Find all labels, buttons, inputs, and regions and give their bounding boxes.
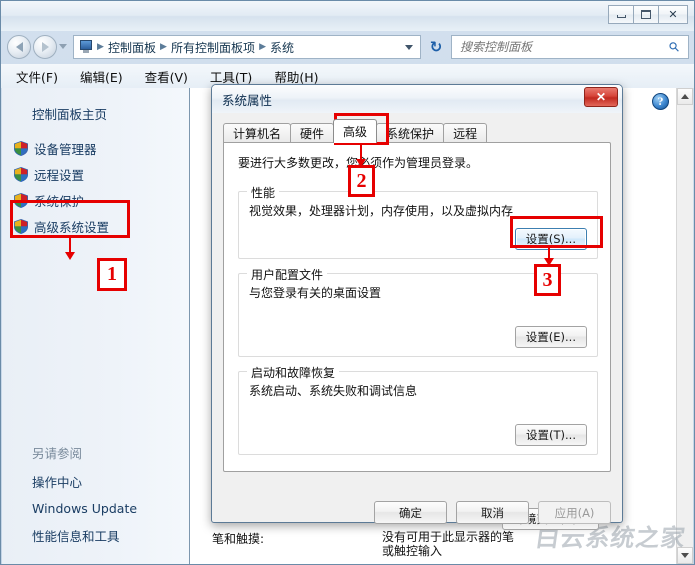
system-properties-dialog: 系统属性 ✕ 计算机名 硬件 高级 系统保护 远程 要进行大多数更改，您必须作为…	[211, 84, 623, 530]
close-icon: ✕	[668, 8, 678, 21]
search-input[interactable]	[456, 39, 671, 55]
group-startup-recovery: 启动和故障恢复 系统启动、系统失败和调试信息 设置(T)...	[238, 364, 598, 455]
chevron-down-icon	[681, 553, 689, 558]
history-dropdown-icon[interactable]	[59, 44, 67, 49]
pen-and-touch-label: 笔和触摸:	[212, 532, 265, 546]
sidebar-item-remote-settings[interactable]: 远程设置	[14, 161, 189, 187]
tab-computer-name[interactable]: 计算机名	[223, 123, 292, 143]
scroll-down-button[interactable]	[677, 547, 693, 564]
tab-hardware[interactable]: 硬件	[290, 123, 335, 143]
tab-bar: 计算机名 硬件 高级 系统保护 远程	[223, 119, 488, 143]
dialog-titlebar: 系统属性 ✕	[212, 85, 622, 113]
apply-button: 应用(A)	[538, 501, 611, 524]
group-user-profiles-description: 与您登录有关的桌面设置	[249, 286, 382, 300]
chevron-up-icon	[681, 94, 689, 99]
sidebar-item-action-center[interactable]: 操作中心	[14, 468, 190, 495]
vertical-scrollbar[interactable]	[676, 88, 693, 564]
tab-panel-advanced: 要进行大多数更改，您必须作为管理员登录。 性能 视觉效果，处理器计划，内存使用，…	[223, 142, 611, 530]
close-button[interactable]: ✕	[658, 5, 688, 24]
maximize-button[interactable]	[633, 5, 659, 24]
sidebar-item-windows-update[interactable]: Windows Update	[14, 495, 190, 522]
minimize-button[interactable]	[608, 5, 634, 24]
menu-item-edit[interactable]: 编辑(E)	[77, 66, 126, 87]
menu-item-file[interactable]: 文件(F)	[13, 66, 61, 87]
refresh-icon: ↻	[429, 38, 443, 56]
search-box[interactable]: ⚲	[451, 35, 689, 59]
breadcrumb-separator: ▶	[160, 42, 167, 52]
breadcrumb-separator: ▶	[97, 42, 104, 52]
sidebar-item-label: 远程设置	[34, 167, 85, 183]
group-startup-recovery-description: 系统启动、系统失败和调试信息	[249, 384, 418, 398]
breadcrumb-item-0[interactable]: 控制面板	[106, 38, 158, 57]
breadcrumb[interactable]: ▶ 控制面板 ▶ 所有控制面板项 ▶ 系统	[73, 35, 421, 59]
tab-advanced[interactable]: 高级	[333, 119, 378, 143]
annotation-box-1	[10, 200, 130, 238]
scroll-up-button[interactable]	[677, 88, 693, 105]
group-performance-title: 性能	[247, 184, 280, 201]
breadcrumb-item-1[interactable]: 所有控制面板项	[169, 38, 257, 57]
forward-button[interactable]	[33, 35, 57, 59]
minimize-icon	[616, 15, 626, 18]
group-performance-description: 视觉效果，处理器计划，内存使用，以及虚拟内存	[249, 204, 514, 218]
user-profiles-settings-button[interactable]: 设置(E)...	[514, 326, 587, 348]
back-button[interactable]	[7, 35, 31, 59]
sidebar-home-link[interactable]: 控制面板主页	[14, 101, 189, 123]
pen-and-touch-row: 笔和触摸: 没有可用于此显示器的笔 或触控输入	[212, 530, 652, 558]
annotation-number-1: 1	[97, 258, 127, 291]
navigation-bar: ▶ 控制面板 ▶ 所有控制面板项 ▶ 系统 ↻ ⚲	[1, 31, 694, 64]
cancel-button[interactable]: 取消	[456, 501, 529, 524]
back-arrow-icon	[15, 42, 23, 52]
group-user-profiles-title: 用户配置文件	[247, 266, 328, 283]
help-icon[interactable]: ?	[652, 93, 669, 110]
sidebar-item-device-manager[interactable]: 设备管理器	[14, 135, 189, 161]
maximize-icon	[641, 10, 651, 19]
window-titlebar: ✕	[1, 1, 694, 31]
dialog-title: 系统属性	[222, 92, 273, 108]
startup-recovery-settings-button[interactable]: 设置(T)...	[515, 424, 587, 446]
dialog-body: 计算机名 硬件 高级 系统保护 远程 要进行大多数更改，您必须作为管理员登录。 …	[212, 113, 622, 530]
annotation-number-2: 2	[348, 165, 375, 197]
control-panel-icon	[78, 40, 94, 54]
dialog-close-button[interactable]: ✕	[584, 87, 618, 107]
group-startup-recovery-title: 启动和故障恢复	[247, 364, 340, 381]
menu-item-view[interactable]: 查看(V)	[142, 66, 191, 87]
annotation-number-3: 3	[534, 264, 561, 296]
see-also-heading: 另请参阅	[32, 446, 83, 461]
window-controls: ✕	[608, 5, 688, 24]
pen-and-touch-value-line2: 或触控输入	[382, 544, 443, 558]
sidebar: 控制面板主页 设备管理器 远程设置 系统保护 高级系统设置 另请参阅 操作中心 …	[2, 88, 190, 564]
shield-icon	[14, 166, 28, 182]
pen-and-touch-value: 没有可用于此显示器的笔 或触控输入	[382, 530, 652, 558]
sidebar-item-performance-info[interactable]: 性能信息和工具	[14, 522, 190, 549]
breadcrumb-separator: ▶	[259, 42, 266, 52]
annotation-box-3	[510, 216, 603, 248]
sidebar-item-label: 设备管理器	[34, 141, 97, 157]
tab-remote[interactable]: 远程	[443, 123, 488, 143]
breadcrumb-item-2[interactable]: 系统	[268, 38, 296, 57]
ok-button[interactable]: 确定	[374, 501, 447, 524]
close-icon: ✕	[595, 89, 607, 104]
pen-and-touch-value-line1: 没有可用于此显示器的笔	[382, 530, 515, 544]
breadcrumb-dropdown-icon[interactable]	[405, 44, 413, 50]
forward-arrow-icon	[41, 42, 49, 52]
shield-icon	[14, 140, 28, 156]
refresh-button[interactable]: ↻	[427, 38, 445, 56]
dialog-footer: 确定 取消 应用(A)	[212, 501, 622, 524]
